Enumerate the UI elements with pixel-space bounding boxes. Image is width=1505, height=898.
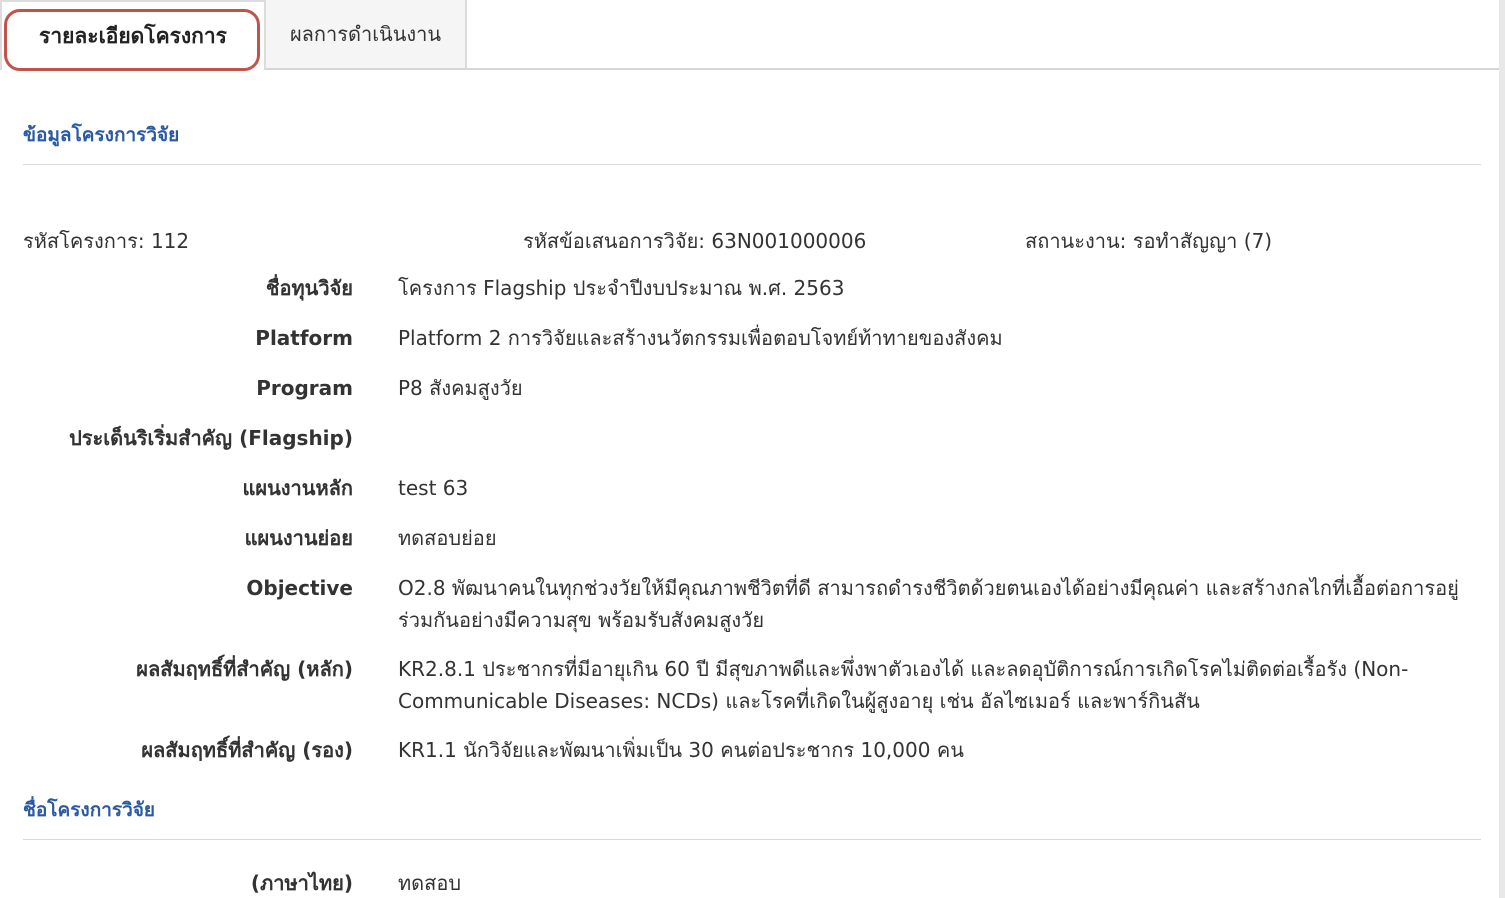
detail-row-program: Program P8 สังคมสูงวัย [0, 370, 1505, 420]
detail-row-flagship: ประเด็นริเริ่มสำคัญ (Flagship) [0, 420, 1505, 470]
detail-label: แผนงานหลัก [242, 476, 354, 500]
detail-value: test 63 [398, 476, 469, 500]
detail-label: แผนงานย่อย [244, 526, 353, 550]
detail-label: ผลสัมฤทธิ์ที่สำคัญ (รอง) [141, 738, 353, 762]
detail-value [398, 420, 1460, 422]
detail-row-sub-plan: แผนงานย่อย ทดสอบย่อย [0, 520, 1505, 570]
project-name-thai-row: (ภาษาไทย) ทดสอบ [0, 865, 1505, 898]
detail-label: Objective [246, 576, 353, 600]
detail-label: Platform [255, 326, 353, 350]
detail-label: ประเด็นริเริ่มสำคัญ (Flagship) [69, 426, 353, 450]
proposal-code: รหัสข้อเสนอการวิจัย: 63N001000006 [523, 229, 867, 253]
detail-value: ทดสอบย่อย [398, 526, 497, 550]
detail-value: O2.8 พัฒนาคนในทุกช่วงวัยให้มีคุณภาพชีวิต… [398, 576, 1459, 632]
detail-label: ผลสัมฤทธิ์ที่สำคัญ (หลัก) [136, 657, 353, 681]
tab-bar: รายละเอียดโครงการ ผลการดำเนินงาน [0, 0, 1505, 71]
tab-results[interactable]: ผลการดำเนินงาน [266, 0, 467, 68]
detail-value: โครงการ Flagship ประจำปีงบประมาณ พ.ศ. 25… [398, 276, 845, 300]
detail-row-objective: Objective O2.8 พัฒนาคนในทุกช่วงวัยให้มีค… [0, 570, 1505, 651]
detail-row-key-result-secondary: ผลสัมฤทธิ์ที่สำคัญ (รอง) KR1.1 นักวิจัยแ… [0, 732, 1505, 782]
detail-value: KR1.1 นักวิจัยและพัฒนาเพิ่มเป็น 30 คนต่อ… [398, 738, 964, 762]
detail-row-thai-name: (ภาษาไทย) ทดสอบ [0, 865, 1505, 898]
project-code: รหัสโครงการ: 112 [23, 229, 190, 253]
detail-label: Program [256, 376, 353, 400]
detail-value: Platform 2 การวิจัยและสร้างนวัตกรรมเพื่อ… [398, 326, 1003, 350]
detail-row-key-result-main: ผลสัมฤทธิ์ที่สำคัญ (หลัก) KR2.8.1 ประชาก… [0, 651, 1505, 732]
thai-name-value: ทดสอบ [398, 871, 462, 895]
detail-label: ชื่อทุนวิจัย [265, 276, 353, 300]
tab-project-details[interactable]: รายละเอียดโครงการ [0, 0, 266, 71]
detail-value: P8 สังคมสูงวัย [398, 376, 523, 400]
detail-row-platform: Platform Platform 2 การวิจัยและสร้างนวัต… [0, 320, 1505, 370]
detail-value: KR2.8.1 ประชากรที่มีอายุเกิน 60 ปี มีสุข… [398, 657, 1409, 713]
tab-project-details-label: รายละเอียดโครงการ [39, 23, 227, 48]
project-detail-page: รายละเอียดโครงการ ผลการดำเนินงาน ข้อมูลโ… [0, 0, 1505, 898]
tab-results-label: ผลการดำเนินงาน [289, 22, 442, 46]
project-details-list: ชื่อทุนวิจัย โครงการ Flagship ประจำปีงบป… [0, 270, 1505, 782]
section-title-project-info: ข้อมูลโครงการวิจัย [23, 120, 1481, 165]
detail-row-fund: ชื่อทุนวิจัย โครงการ Flagship ประจำปีงบป… [0, 270, 1505, 320]
thai-name-label: (ภาษาไทย) [250, 871, 353, 895]
work-status: สถานะงาน: รอทำสัญญา (7) [1025, 229, 1273, 253]
detail-row-main-plan: แผนงานหลัก test 63 [0, 470, 1505, 520]
section-title-project-name: ชื่อโครงการวิจัย [23, 795, 1481, 840]
project-summary-row: รหัสโครงการ: 112 รหัสข้อเสนอการวิจัย: 63… [23, 225, 1483, 255]
